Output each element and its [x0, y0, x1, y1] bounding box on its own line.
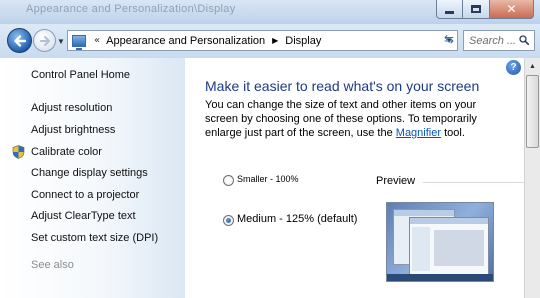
- caption-buttons: ✕: [436, 0, 534, 19]
- recent-pages-dropdown-icon[interactable]: ▼: [57, 37, 65, 46]
- maximize-button[interactable]: [463, 0, 490, 19]
- set-custom-text-size-link[interactable]: Set custom text size (DPI): [31, 232, 158, 244]
- preview-taskbar: [387, 274, 493, 281]
- search-icon[interactable]: [519, 35, 529, 45]
- address-bar[interactable]: « Appearance and Personalization ▶ Displ…: [67, 30, 458, 51]
- smaller-100-label[interactable]: Smaller - 100%: [237, 174, 299, 184]
- preview-titlebar: [394, 210, 454, 216]
- breadcrumb-appearance-personalization[interactable]: Appearance and Personalization: [106, 35, 265, 47]
- window-title: Appearance and Personalization\Display: [26, 3, 236, 15]
- breadcrumb-display[interactable]: Display: [285, 35, 321, 47]
- control-panel-icon: [72, 34, 86, 50]
- forward-button[interactable]: [33, 29, 56, 52]
- page-heading: Make it easier to read what's on your sc…: [205, 78, 480, 94]
- breadcrumb-overflow[interactable]: «: [94, 35, 100, 46]
- description-text-end: tool.: [441, 127, 465, 139]
- preview-front-window: [409, 217, 489, 275]
- breadcrumb-chevron-icon[interactable]: ▶: [272, 36, 278, 45]
- control-panel-home-link[interactable]: Control Panel Home: [31, 69, 130, 81]
- see-also-label: See also: [31, 259, 74, 271]
- vertical-scrollbar[interactable]: ▲: [524, 58, 540, 298]
- uac-shield-icon: [12, 145, 25, 159]
- forward-arrow-icon: [39, 35, 50, 46]
- refresh-button[interactable]: ⇆: [440, 29, 458, 48]
- magnifier-link[interactable]: Magnifier: [396, 127, 441, 139]
- medium-125-radio[interactable]: [223, 215, 234, 226]
- preview-divider: [423, 182, 524, 183]
- page-description: You can change the size of text and othe…: [205, 98, 505, 140]
- medium-125-label[interactable]: Medium - 125% (default): [237, 213, 357, 225]
- scroll-up-icon[interactable]: ▲: [526, 59, 539, 73]
- scrollbar-thumb[interactable]: [526, 75, 539, 148]
- preview-image: [386, 202, 494, 282]
- minimize-icon: [445, 10, 454, 14]
- minimize-button[interactable]: [436, 0, 463, 19]
- smaller-100-radio[interactable]: [223, 175, 234, 186]
- calibrate-color-link[interactable]: Calibrate color: [31, 146, 102, 158]
- adjust-cleartype-link[interactable]: Adjust ClearType text: [31, 210, 136, 222]
- back-arrow-icon: [13, 34, 26, 47]
- search-box[interactable]: [463, 30, 535, 51]
- change-display-settings-link[interactable]: Change display settings: [31, 167, 148, 179]
- preview-label: Preview: [376, 175, 416, 187]
- close-button[interactable]: ✕: [490, 0, 534, 19]
- connect-projector-link[interactable]: Connect to a projector: [31, 189, 139, 201]
- help-icon[interactable]: ?: [506, 60, 521, 75]
- adjust-resolution-link[interactable]: Adjust resolution: [31, 102, 112, 114]
- preview-sidebar: [412, 227, 430, 271]
- title-bar: Appearance and Personalization\Display ✕: [0, 0, 540, 24]
- back-button[interactable]: [7, 28, 32, 53]
- preview-content: [434, 230, 484, 266]
- adjust-brightness-link[interactable]: Adjust brightness: [31, 124, 115, 136]
- refresh-icon: ⇆: [443, 31, 455, 46]
- task-pane: Control Panel Home Adjust resolution Adj…: [0, 58, 185, 298]
- main-content: ? Make it easier to read what's on your …: [185, 58, 524, 298]
- maximize-icon: [471, 5, 481, 13]
- navigation-bar: ▼ « Appearance and Personalization ▶ Dis…: [0, 24, 540, 58]
- close-icon: ✕: [506, 2, 517, 16]
- preview-titlebar: [410, 218, 488, 224]
- search-input[interactable]: [469, 34, 521, 47]
